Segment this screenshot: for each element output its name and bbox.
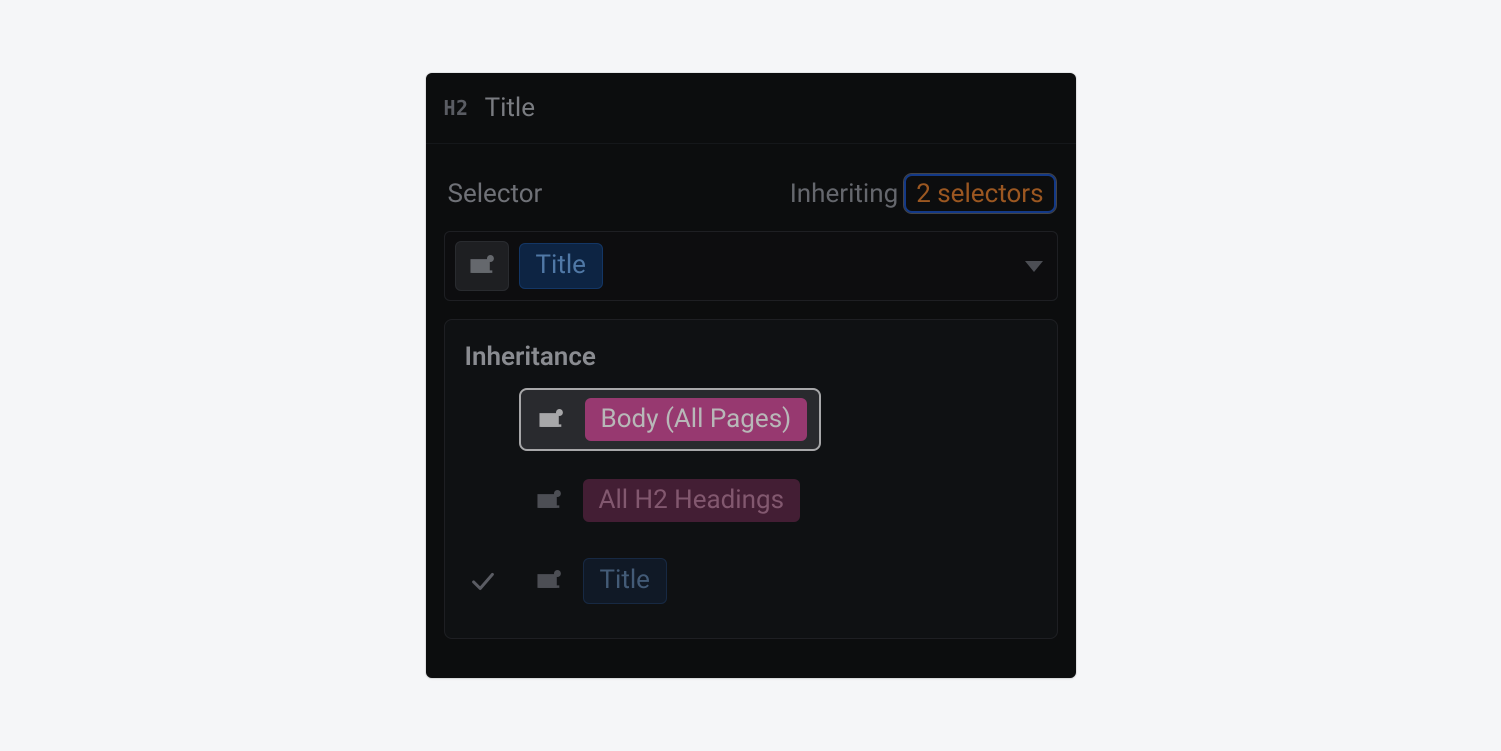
style-source-icon bbox=[467, 251, 497, 281]
selector-row: Selector Inheriting 2 selectors bbox=[426, 144, 1076, 231]
inheritance-item-box[interactable]: All H2 Headings bbox=[519, 471, 813, 530]
inheritance-chip: All H2 Headings bbox=[583, 479, 801, 522]
inheritance-list: Body (All Pages) All bbox=[465, 388, 1037, 612]
style-panel: H2 Title Selector Inheriting 2 selectors… bbox=[426, 73, 1076, 678]
inheritance-item-box[interactable]: Body (All Pages) bbox=[519, 388, 822, 451]
inheriting-label: Inheriting bbox=[790, 179, 898, 209]
inheritance-chip: Body (All Pages) bbox=[585, 398, 808, 441]
inheritance-panel: Inheritance Body (All Pages) bbox=[444, 319, 1058, 639]
inheriting-indicator[interactable]: Inheriting 2 selectors bbox=[790, 174, 1056, 213]
style-source-button[interactable] bbox=[455, 241, 509, 291]
element-name: Title bbox=[485, 93, 535, 123]
inheriting-count-badge[interactable]: 2 selectors bbox=[904, 174, 1055, 213]
inheritance-title: Inheritance bbox=[465, 342, 1037, 372]
style-source-icon bbox=[531, 486, 567, 516]
style-source-icon bbox=[531, 566, 567, 596]
check-icon bbox=[465, 566, 501, 596]
selector-field[interactable]: Title bbox=[444, 231, 1058, 301]
inheritance-item[interactable]: Body (All Pages) bbox=[465, 388, 1037, 451]
selector-label: Selector bbox=[448, 179, 543, 209]
style-source-icon bbox=[533, 405, 569, 435]
h2-icon: H2 bbox=[444, 96, 469, 120]
stage: H2 Title Selector Inheriting 2 selectors… bbox=[0, 0, 1501, 751]
inheritance-chip: Title bbox=[583, 558, 667, 603]
inheritance-item[interactable]: Title bbox=[465, 550, 1037, 611]
class-chip-current[interactable]: Title bbox=[519, 243, 603, 288]
inheritance-item-box[interactable]: Title bbox=[519, 550, 679, 611]
panel-header: H2 Title bbox=[426, 73, 1076, 144]
inheritance-item[interactable]: All H2 Headings bbox=[465, 471, 1037, 530]
chevron-down-icon[interactable] bbox=[1025, 261, 1043, 272]
